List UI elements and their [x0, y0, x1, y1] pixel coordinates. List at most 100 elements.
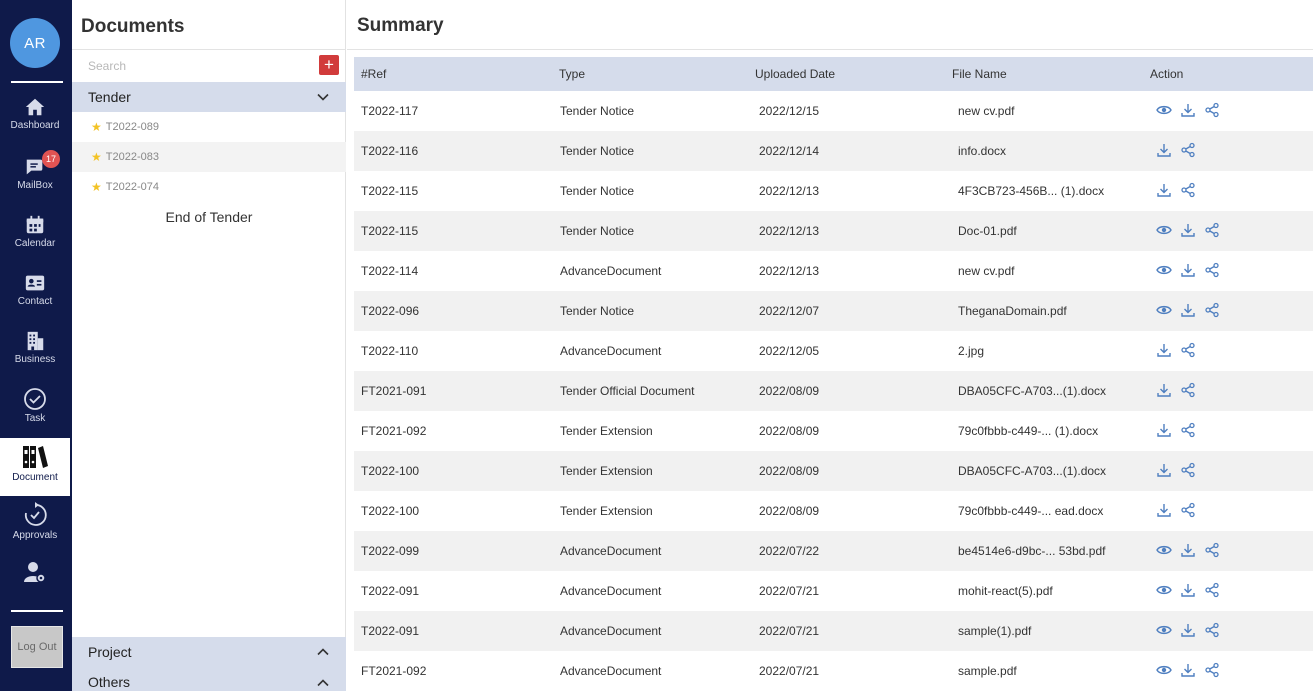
nav-business[interactable]: Business — [0, 330, 70, 365]
share-icon[interactable] — [1204, 262, 1220, 278]
table-row[interactable]: T2022-100 Tender Extension 2022/08/09 79c0f… — [354, 491, 1313, 531]
column-header-file-name[interactable]: File Name — [952, 67, 1007, 81]
cell-file-name: 4F3CB723-456B... (1).docx — [958, 184, 1105, 198]
table-row[interactable]: T2022-117 Tender Notice 2022/12/15 new cv.p… — [354, 91, 1313, 131]
cell-type: Tender Notice — [560, 104, 635, 118]
nav-dashboard[interactable]: Dashboard — [0, 96, 70, 131]
download-icon[interactable] — [1180, 302, 1196, 318]
contact-card-icon — [25, 275, 45, 291]
table-row[interactable]: T2022-116 Tender Notice 2022/12/14 info.doc… — [354, 131, 1313, 171]
table-row[interactable]: T2022-096 Tender Notice 2022/12/07 TheganaD… — [354, 291, 1313, 331]
nav-task[interactable]: Task — [0, 387, 70, 424]
share-icon[interactable] — [1180, 382, 1196, 398]
nav-approvals[interactable]: Approvals — [0, 502, 70, 541]
download-icon[interactable] — [1156, 382, 1172, 398]
building-icon — [27, 331, 44, 351]
logout-button[interactable]: Log Out — [11, 626, 63, 668]
row-actions — [1156, 342, 1196, 358]
search-input[interactable] — [88, 58, 308, 74]
documents-table: #Ref Type Uploaded Date File Name Action… — [354, 57, 1313, 691]
download-icon[interactable] — [1156, 142, 1172, 158]
share-icon[interactable] — [1204, 662, 1220, 678]
cell-type: Tender Extension — [560, 424, 653, 438]
project-section-header[interactable]: Project — [72, 637, 346, 667]
download-icon[interactable] — [1180, 622, 1196, 638]
cell-ref: T2022-115 — [361, 184, 419, 198]
cell-file-name: 79c0fbbb-c449-... (1).docx — [958, 424, 1099, 438]
nav-contact[interactable]: Contact — [0, 272, 70, 307]
avatar[interactable]: AR — [10, 18, 60, 68]
share-icon[interactable] — [1180, 142, 1196, 158]
download-icon[interactable] — [1156, 182, 1172, 198]
table-row[interactable]: T2022-110 AdvanceDocument 2022/12/05 2.jpg — [354, 331, 1313, 371]
download-icon[interactable] — [1156, 462, 1172, 478]
download-icon[interactable] — [1180, 262, 1196, 278]
table-row[interactable]: T2022-115 Tender Notice 2022/12/13 Doc-01.p… — [354, 211, 1313, 251]
view-icon[interactable] — [1156, 302, 1172, 318]
view-icon[interactable] — [1156, 262, 1172, 278]
add-document-button[interactable]: + — [319, 55, 339, 75]
download-icon[interactable] — [1156, 342, 1172, 358]
nav-document[interactable]: Document — [0, 438, 70, 496]
column-header-type[interactable]: Type — [559, 67, 585, 81]
table-row[interactable]: T2022-091 AdvanceDocument 2022/07/21 sample… — [354, 611, 1313, 651]
download-icon[interactable] — [1156, 422, 1172, 438]
cell-ref: T2022-091 — [361, 624, 420, 638]
view-icon[interactable] — [1156, 582, 1172, 598]
download-icon[interactable] — [1180, 102, 1196, 118]
download-icon[interactable] — [1180, 542, 1196, 558]
others-section-header[interactable]: Others — [72, 667, 346, 691]
column-header-ref[interactable]: #Ref — [361, 67, 386, 81]
row-actions — [1156, 222, 1220, 238]
column-header-uploaded-date[interactable]: Uploaded Date — [755, 67, 835, 81]
share-icon[interactable] — [1180, 462, 1196, 478]
row-actions — [1156, 262, 1220, 278]
tender-item[interactable]: ★ T2022-074 — [72, 172, 346, 202]
table-row[interactable]: T2022-099 AdvanceDocument 2022/07/22 be4514… — [354, 531, 1313, 571]
row-actions — [1156, 302, 1220, 318]
download-icon[interactable] — [1180, 582, 1196, 598]
view-icon[interactable] — [1156, 102, 1172, 118]
share-icon[interactable] — [1204, 622, 1220, 638]
share-icon[interactable] — [1180, 182, 1196, 198]
tender-item[interactable]: ★ T2022-083 — [72, 142, 346, 172]
table-row[interactable]: FT2021-091 Tender Official Document 2022/0… — [354, 371, 1313, 411]
share-icon[interactable] — [1204, 102, 1220, 118]
view-icon[interactable] — [1156, 662, 1172, 678]
nav-admin[interactable] — [0, 560, 70, 586]
cell-uploaded-date: 2022/12/14 — [759, 144, 820, 158]
download-icon[interactable] — [1180, 222, 1196, 238]
view-icon[interactable] — [1156, 542, 1172, 558]
download-icon[interactable] — [1180, 662, 1196, 678]
download-icon[interactable] — [1156, 502, 1172, 518]
share-icon[interactable] — [1180, 342, 1196, 358]
share-icon[interactable] — [1180, 422, 1196, 438]
nav-mailbox[interactable]: 17 MailBox — [0, 150, 70, 191]
table-row[interactable]: T2022-115 Tender Notice 2022/12/13 4F3CB723… — [354, 171, 1313, 211]
table-row[interactable]: T2022-091 AdvanceDocument 2022/07/21 mohit-… — [354, 571, 1313, 611]
row-actions — [1156, 542, 1220, 558]
table-row[interactable]: FT2021-092 AdvanceDocument 2022/07/21 sampl… — [354, 651, 1313, 691]
cell-file-name: new cv.pdf — [958, 264, 1015, 278]
share-icon[interactable] — [1204, 302, 1220, 318]
row-actions — [1156, 582, 1220, 598]
table-row[interactable]: FT2021-092 Tender Extension 2022/08/09 79c0… — [354, 411, 1313, 451]
nav-calendar[interactable]: Calendar — [0, 214, 70, 249]
tender-item[interactable]: ★ T2022-089 — [72, 112, 346, 142]
cell-ref: FT2021-092 — [361, 424, 427, 438]
row-actions — [1156, 382, 1196, 398]
nav-approvals-label: Approvals — [12, 530, 58, 541]
view-icon[interactable] — [1156, 222, 1172, 238]
table-row[interactable]: T2022-100 Tender Extension 2022/08/09 DBA05… — [354, 451, 1313, 491]
column-header-action: Action — [1150, 67, 1184, 81]
cell-ref: FT2021-091 — [361, 384, 427, 398]
share-icon[interactable] — [1204, 542, 1220, 558]
table-row[interactable]: T2022-114 AdvanceDocument 2022/12/13 new cv… — [354, 251, 1313, 291]
tender-item-label: T2022-083 — [105, 151, 159, 163]
share-icon[interactable] — [1204, 582, 1220, 598]
cell-ref: T2022-099 — [361, 544, 420, 558]
view-icon[interactable] — [1156, 622, 1172, 638]
share-icon[interactable] — [1180, 502, 1196, 518]
tender-section-header[interactable]: Tender — [72, 82, 346, 112]
share-icon[interactable] — [1204, 222, 1220, 238]
